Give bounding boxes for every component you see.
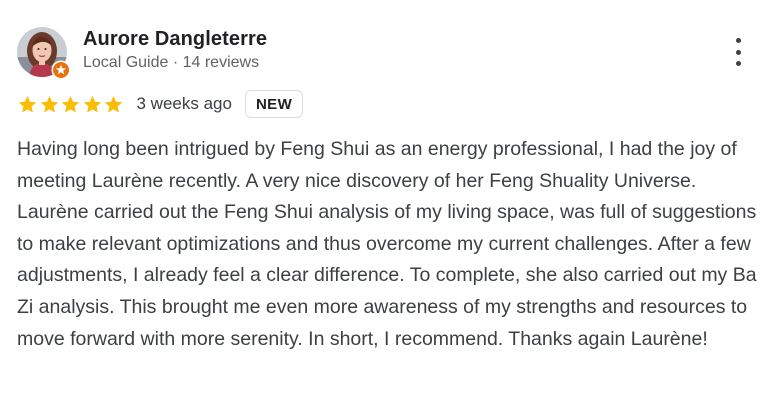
review-card: Aurore Dangleterre Local Guide · 14 revi… bbox=[0, 0, 780, 410]
star-rating bbox=[17, 94, 125, 115]
new-badge: NEW bbox=[244, 90, 304, 118]
rating-row: 3 weeks ago NEW bbox=[17, 89, 304, 119]
review-text: Having long been intrigued by Feng Shui … bbox=[17, 138, 757, 350]
more-options-button[interactable] bbox=[724, 34, 752, 70]
star-icon bbox=[83, 95, 101, 113]
reviewer-meta[interactable]: Local Guide · 14 reviews bbox=[83, 54, 259, 72]
star-icon bbox=[40, 95, 58, 113]
review-time: 3 weeks ago bbox=[136, 94, 232, 113]
more-vert-icon bbox=[735, 38, 741, 43]
reviewer-avatar[interactable] bbox=[17, 27, 71, 80]
star-icon bbox=[18, 95, 37, 113]
star-icon bbox=[61, 95, 80, 113]
reviewer-name[interactable]: Aurore Dangleterre bbox=[83, 28, 267, 51]
local-guide-star-icon bbox=[51, 60, 71, 80]
star-icon bbox=[104, 95, 123, 113]
